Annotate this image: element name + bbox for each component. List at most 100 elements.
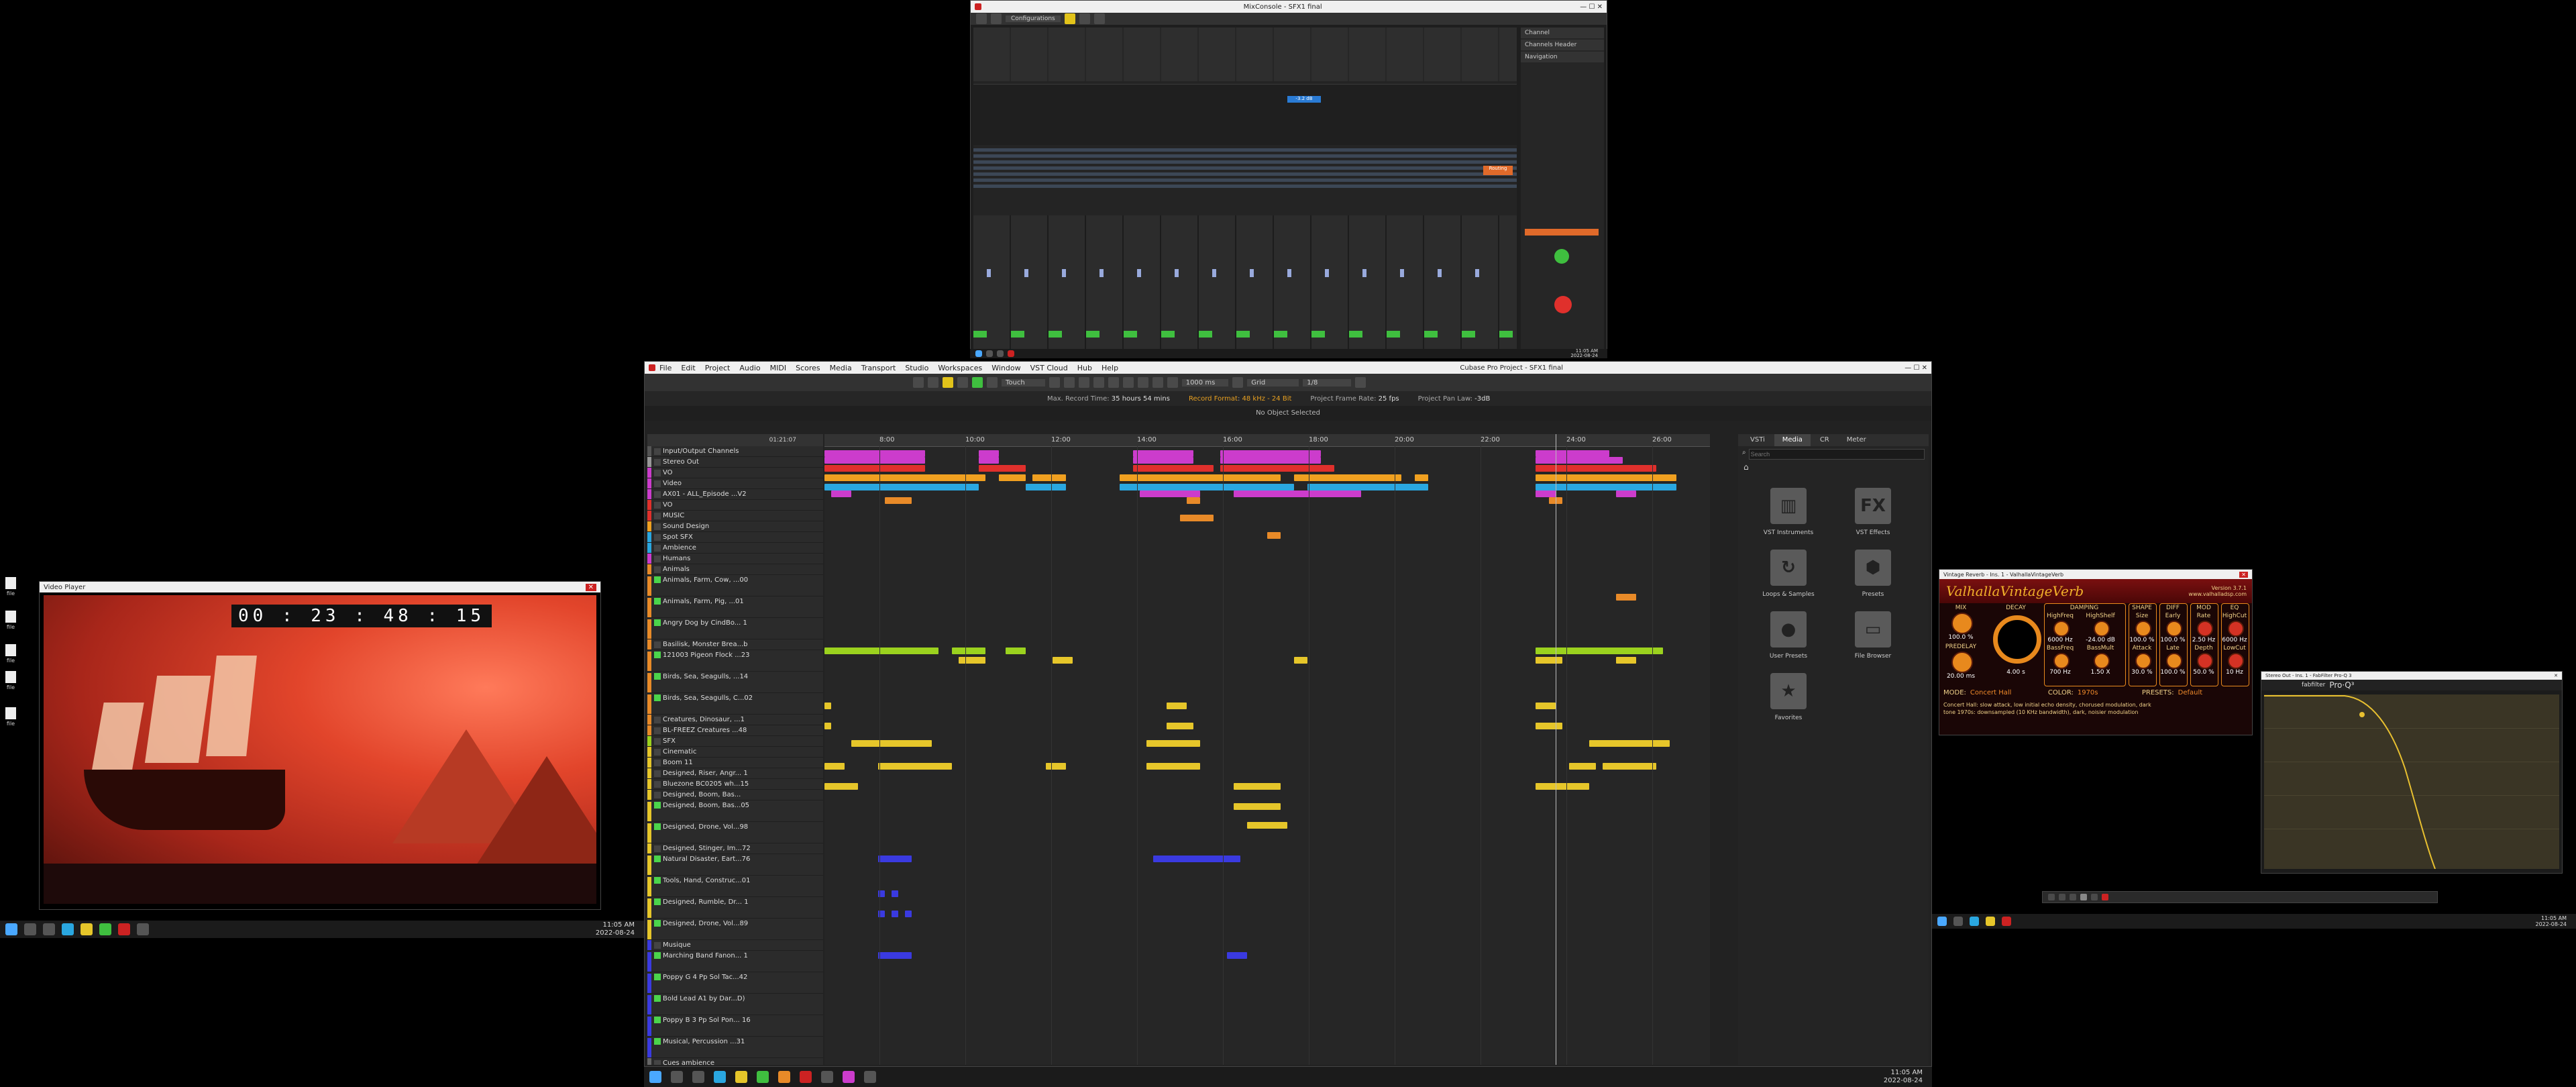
menu-help[interactable]: Help bbox=[1102, 364, 1118, 372]
monitor-button[interactable] bbox=[654, 780, 661, 788]
bassmult-knob[interactable] bbox=[2094, 653, 2110, 669]
early-knob[interactable] bbox=[2166, 621, 2182, 637]
tab-meter[interactable]: Meter bbox=[1839, 434, 1874, 446]
mix-knob[interactable] bbox=[1951, 613, 1973, 634]
inspector-green-knob-icon[interactable] bbox=[1554, 249, 1569, 264]
home-icon[interactable]: ⌂ bbox=[1743, 462, 1929, 472]
audio-event[interactable] bbox=[885, 497, 912, 504]
start-icon[interactable] bbox=[975, 350, 982, 357]
audio-event[interactable] bbox=[1536, 457, 1623, 464]
mixer-config-dropdown[interactable]: Configurations bbox=[1006, 15, 1061, 22]
audio-event[interactable] bbox=[1415, 474, 1428, 481]
audio-event[interactable] bbox=[1234, 803, 1281, 810]
track-row[interactable]: Animals, Farm, Pig, ...01 bbox=[647, 597, 823, 618]
menu-hub[interactable]: Hub bbox=[1077, 364, 1092, 372]
taskbar-app-icon[interactable] bbox=[778, 1071, 790, 1083]
track-row[interactable]: Poppy B 3 Pp Sol Pon... 16 bbox=[647, 1015, 823, 1037]
highcut-knob[interactable] bbox=[2228, 621, 2244, 637]
menu-project[interactable]: Project bbox=[705, 364, 731, 372]
track-row[interactable]: Spot SFX bbox=[647, 532, 823, 543]
size-knob[interactable] bbox=[2135, 621, 2151, 637]
audio-event[interactable] bbox=[1616, 657, 1636, 664]
menu-audio[interactable]: Audio bbox=[739, 364, 760, 372]
audio-event[interactable] bbox=[1536, 703, 1556, 709]
mode-dropdown[interactable]: Concert Hall bbox=[1970, 689, 2044, 696]
track-row[interactable]: Creatures, Dinosaur, ...1 bbox=[647, 715, 823, 725]
tab-vsti[interactable]: VSTi bbox=[1742, 434, 1773, 446]
taskbar-app-icon[interactable] bbox=[714, 1071, 726, 1083]
monitor-button[interactable] bbox=[654, 877, 661, 884]
track-row[interactable]: Musical, Percussion ...31 bbox=[647, 1037, 823, 1058]
tile-file-browser[interactable]: ▭ File Browser bbox=[1836, 611, 1910, 660]
audio-event[interactable] bbox=[979, 457, 999, 464]
tile-presets[interactable]: ⬢ Presets bbox=[1836, 550, 1910, 598]
audio-event[interactable] bbox=[952, 648, 985, 654]
monitor-button[interactable] bbox=[654, 523, 661, 530]
desktop-icon[interactable]: file bbox=[1, 577, 20, 597]
toolbar-btn-4[interactable] bbox=[1355, 377, 1366, 388]
monitor-button[interactable] bbox=[654, 941, 661, 949]
mixer-solo-button[interactable] bbox=[1064, 13, 1075, 24]
monitor-button[interactable] bbox=[654, 727, 661, 734]
presets-dropdown[interactable]: Default bbox=[2178, 689, 2203, 696]
menu-transport[interactable]: Transport bbox=[861, 364, 896, 372]
mixer-button-1[interactable] bbox=[976, 13, 987, 24]
desktop-icon[interactable]: file bbox=[1, 644, 20, 664]
monitor-button[interactable] bbox=[654, 974, 661, 980]
track-row[interactable]: Designed, Drone, Vol...89 bbox=[647, 919, 823, 940]
menu-workspaces[interactable]: Workspaces bbox=[938, 364, 982, 372]
taskbar-app-icon[interactable] bbox=[1008, 350, 1014, 357]
audio-event[interactable] bbox=[1153, 856, 1240, 862]
track-row[interactable]: VO bbox=[647, 500, 823, 511]
monitor-button[interactable] bbox=[654, 501, 661, 509]
arrow-tool-icon[interactable] bbox=[1049, 377, 1060, 388]
track-row[interactable]: BL-FREEZ Creatures ...48 bbox=[647, 725, 823, 736]
toolbar-read-icon[interactable] bbox=[972, 377, 983, 388]
audio-event[interactable] bbox=[979, 465, 1026, 472]
taskbar-app-icon[interactable] bbox=[986, 350, 993, 357]
track-row[interactable]: Bold Lead A1 by Dar...D) bbox=[647, 994, 823, 1015]
transport-stop-icon[interactable] bbox=[2091, 894, 2098, 900]
zoom-dropdown[interactable]: 1000 ms bbox=[1181, 378, 1229, 386]
track-row[interactable]: MUSIC bbox=[647, 511, 823, 521]
mixer-fader-caps[interactable] bbox=[987, 269, 1510, 277]
monitor-button[interactable] bbox=[654, 641, 661, 648]
audio-event[interactable] bbox=[1536, 657, 1562, 664]
mixer-button-3[interactable] bbox=[1079, 13, 1090, 24]
track-row[interactable]: Designed, Riser, Angr... 1 bbox=[647, 768, 823, 779]
track-row[interactable]: Video bbox=[647, 478, 823, 489]
monitor-button[interactable] bbox=[654, 791, 661, 798]
track-row[interactable]: SFX bbox=[647, 736, 823, 747]
timeline-ruler[interactable]: 8:00 10:00 12:00 14:00 16:00 18:00 20:00 22:00 2… bbox=[824, 434, 1710, 447]
monitor-button[interactable] bbox=[654, 448, 661, 455]
task-view-icon[interactable] bbox=[692, 1071, 704, 1083]
taskbar-app-icon[interactable] bbox=[800, 1071, 812, 1083]
audio-event[interactable] bbox=[1167, 723, 1193, 729]
track-row[interactable]: Designed, Rumble, Dr... 1 bbox=[647, 897, 823, 919]
audio-event[interactable] bbox=[905, 911, 912, 917]
info-frame-rate[interactable]: Project Frame Rate: 25 fps bbox=[1310, 395, 1399, 403]
valhalla-close-icon[interactable]: ✕ bbox=[2239, 571, 2248, 578]
audio-event[interactable] bbox=[1247, 822, 1287, 829]
audio-event[interactable] bbox=[1220, 465, 1334, 472]
track-row[interactable]: Angry Dog by CindBo... 1 bbox=[647, 618, 823, 639]
info-pan-law[interactable]: Project Pan Law: -3dB bbox=[1418, 395, 1491, 403]
start-icon[interactable] bbox=[649, 1071, 661, 1083]
video-close-icon[interactable]: ✕ bbox=[585, 583, 596, 591]
track-row[interactable]: Designed, Stinger, Im...72 bbox=[647, 843, 823, 854]
monitor-button[interactable] bbox=[654, 490, 661, 498]
track-row[interactable]: Birds, Sea, Seagulls, C...02 bbox=[647, 693, 823, 715]
transport-btn[interactable] bbox=[2048, 894, 2055, 900]
track-row[interactable]: Poppy G 4 Pp Sol Tac...42 bbox=[647, 972, 823, 994]
audio-event[interactable] bbox=[878, 763, 952, 770]
monitor-button[interactable] bbox=[654, 544, 661, 552]
monitor-button[interactable] bbox=[654, 1017, 661, 1023]
taskbar-app-icon[interactable] bbox=[757, 1071, 769, 1083]
audio-event[interactable] bbox=[1032, 474, 1066, 481]
taskbar-app-icon[interactable] bbox=[43, 923, 55, 935]
track-row[interactable]: Designed, Boom, Bas... bbox=[647, 790, 823, 800]
predelay-knob[interactable] bbox=[1951, 652, 1973, 673]
tab-media[interactable]: Media bbox=[1774, 434, 1811, 446]
desktop-icon[interactable]: file bbox=[1, 611, 20, 630]
audio-event[interactable] bbox=[1536, 723, 1562, 729]
